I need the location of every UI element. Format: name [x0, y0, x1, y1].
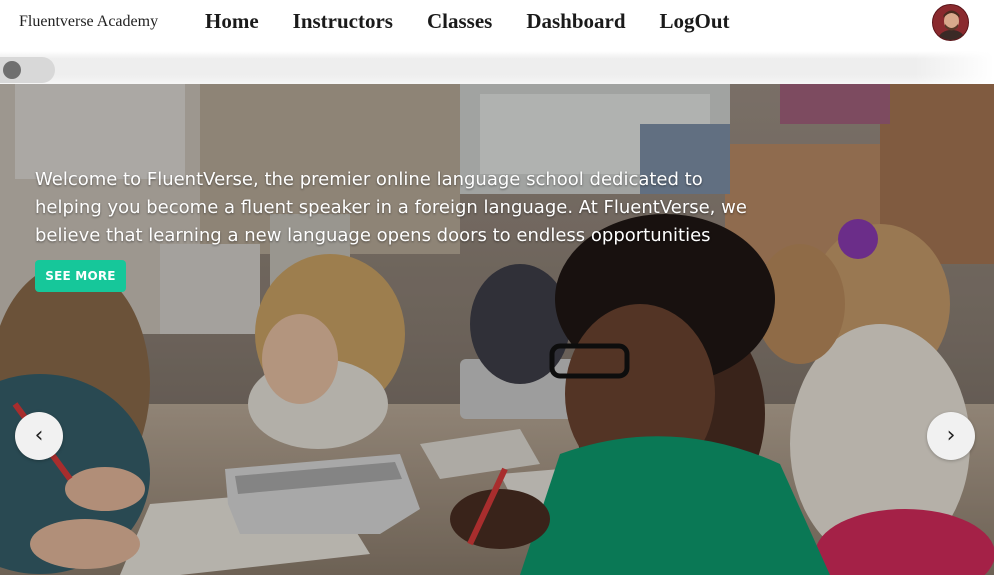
- nav-link-dashboard[interactable]: Dashboard: [526, 9, 625, 34]
- carousel-next-button[interactable]: ›: [927, 412, 975, 460]
- toggle-knob-icon: [3, 61, 21, 79]
- nav-links: Home Instructors Classes Dashboard LogOu…: [205, 9, 764, 34]
- chevron-right-icon: ›: [946, 423, 956, 448]
- carousel-prev-button[interactable]: ‹: [15, 412, 63, 460]
- toggle-strip: [0, 48, 994, 84]
- hero-welcome-text: Welcome to FluentVerse, the premier onli…: [35, 169, 747, 246]
- hero-carousel: Welcome to FluentVerse, the premier onli…: [0, 84, 994, 575]
- nav-link-home[interactable]: Home: [205, 9, 259, 34]
- nav-link-logout[interactable]: LogOut: [660, 9, 730, 34]
- brand-logo-text[interactable]: Fluentverse Academy: [19, 13, 158, 31]
- chevron-left-icon: ‹: [34, 423, 44, 448]
- avatar-portrait-icon: [933, 5, 968, 40]
- see-more-button[interactable]: SEE MORE: [35, 260, 126, 292]
- user-avatar-icon[interactable]: [932, 4, 969, 41]
- navbar: Fluentverse Academy Home Instructors Cla…: [0, 0, 994, 48]
- nav-link-classes[interactable]: Classes: [427, 9, 492, 34]
- hero-overlay: [0, 84, 994, 575]
- nav-link-instructors[interactable]: Instructors: [293, 9, 393, 34]
- theme-toggle-switch[interactable]: [0, 57, 55, 83]
